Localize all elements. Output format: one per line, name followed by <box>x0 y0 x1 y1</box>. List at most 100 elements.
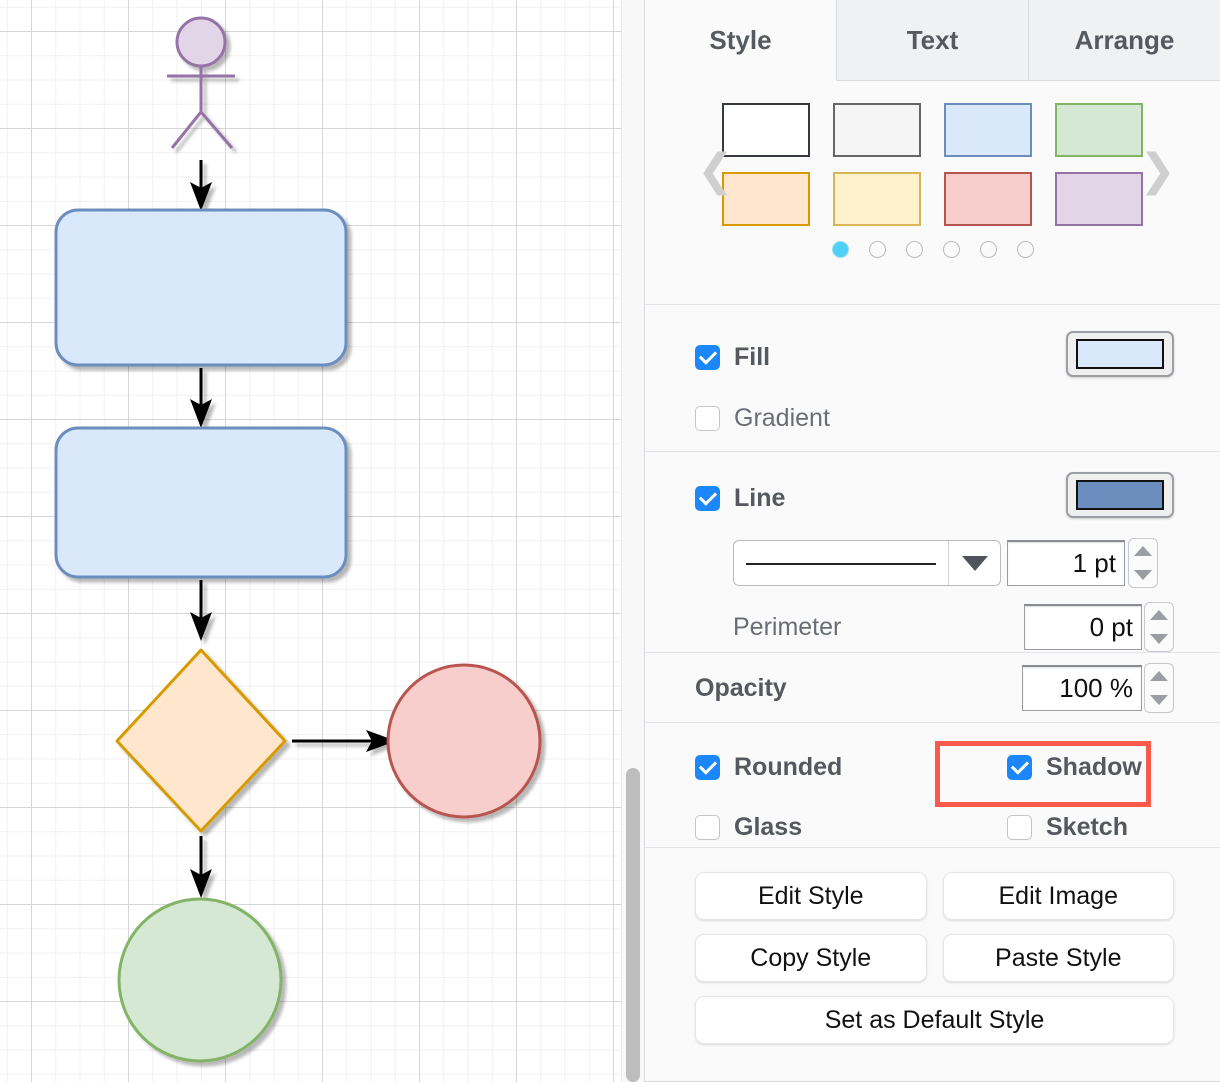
line-checkbox[interactable] <box>695 486 720 511</box>
line-style-dropdown[interactable] <box>733 540 1001 586</box>
style-swatch-6[interactable] <box>944 172 1032 226</box>
perimeter-value: 0 pt <box>1090 612 1133 643</box>
fill-row: Fill <box>695 333 1174 381</box>
chevron-right-icon[interactable]: ❯ <box>1139 149 1176 193</box>
tab-arrange-label: Arrange <box>1075 25 1175 56</box>
style-swatch-4[interactable] <box>722 172 810 226</box>
gradient-checkbox[interactable] <box>695 406 720 431</box>
style-swatch-7[interactable] <box>1055 172 1143 226</box>
chevron-left-icon[interactable]: ❮ <box>697 149 734 193</box>
palette-page-dot-2[interactable] <box>869 241 886 258</box>
opacity-input[interactable]: 100 % <box>1022 665 1142 711</box>
line-width-stepper[interactable] <box>1128 538 1158 588</box>
line-color-swatch <box>1076 480 1164 510</box>
line-width-value: 1 pt <box>1073 548 1116 579</box>
line-color-button[interactable] <box>1066 472 1174 518</box>
opacity-section: Opacity 100 % <box>645 653 1220 723</box>
toggles-row-2: Glass Sketch <box>695 807 1174 847</box>
fill-checkbox[interactable] <box>695 345 720 370</box>
palette-page-dot-4[interactable] <box>943 241 960 258</box>
canvas-vertical-scrollbar[interactable] <box>621 0 644 1082</box>
palette-page-dot-6[interactable] <box>1017 241 1034 258</box>
fill-color-button[interactable] <box>1066 331 1174 377</box>
style-palette-section: ❮ ❯ <box>645 81 1220 305</box>
opacity-stepper[interactable] <box>1144 663 1174 713</box>
connector-actor-to-process1[interactable] <box>190 160 212 211</box>
glass-checkbox[interactable] <box>695 815 720 840</box>
diagram-svg <box>0 0 621 1082</box>
actions-row-2: Copy Style Paste Style <box>695 934 1174 982</box>
format-panel-tabs: Style Text Arrange <box>645 0 1220 81</box>
paste-style-button[interactable]: Paste Style <box>943 934 1175 982</box>
style-swatch-2[interactable] <box>944 103 1032 157</box>
perimeter-stepper[interactable] <box>1144 602 1174 652</box>
palette-pagination <box>645 241 1220 258</box>
shadow-label: Shadow <box>1046 753 1142 782</box>
line-style-preview <box>734 541 948 585</box>
palette-page-dot-5[interactable] <box>980 241 997 258</box>
shape-decision[interactable] <box>117 650 285 831</box>
scrollbar-thumb[interactable] <box>626 768 640 1082</box>
line-row: Line <box>695 474 1174 522</box>
tab-text[interactable]: Text <box>837 0 1029 81</box>
perimeter-input[interactable]: 0 pt <box>1024 604 1142 650</box>
edit-image-button[interactable]: Edit Image <box>943 872 1175 920</box>
app-window: Style Text Arrange ❮ ❯ <box>0 0 1220 1082</box>
gradient-label: Gradient <box>734 404 830 433</box>
style-actions-section: Edit Style Edit Image Copy Style Paste S… <box>645 848 1220 1082</box>
set-as-default-style-label: Set as Default Style <box>825 1006 1045 1035</box>
shape-process-2[interactable] <box>56 428 346 577</box>
connector-process1-to-process2[interactable] <box>190 368 212 428</box>
palette-page-dot-1[interactable] <box>832 241 849 258</box>
rounded-label: Rounded <box>734 753 842 782</box>
shadow-group: Shadow <box>1007 753 1142 782</box>
style-swatch-3[interactable] <box>1055 103 1143 157</box>
shape-process-1[interactable] <box>56 210 346 365</box>
stepper-down-icon[interactable] <box>1150 634 1168 644</box>
stepper-up-icon[interactable] <box>1150 610 1168 620</box>
palette-page-dot-3[interactable] <box>906 241 923 258</box>
tab-style[interactable]: Style <box>645 0 837 81</box>
tab-arrange[interactable]: Arrange <box>1029 0 1220 81</box>
stepper-up-icon[interactable] <box>1150 671 1168 681</box>
connector-decision-to-error[interactable] <box>292 730 396 752</box>
tab-style-label: Style <box>709 25 771 56</box>
style-swatch-0[interactable] <box>722 103 810 157</box>
line-style-row: 1 pt <box>695 538 1174 588</box>
stepper-down-icon[interactable] <box>1134 570 1152 580</box>
opacity-row: Opacity 100 % <box>695 663 1174 713</box>
shape-actor[interactable] <box>167 18 235 148</box>
copy-style-button[interactable]: Copy Style <box>695 934 927 982</box>
glass-label: Glass <box>734 813 802 842</box>
style-swatch-1[interactable] <box>833 103 921 157</box>
stepper-down-icon[interactable] <box>1150 695 1168 705</box>
actions-row-3: Set as Default Style <box>695 996 1174 1044</box>
opacity-label: Opacity <box>695 674 787 703</box>
rounded-checkbox[interactable] <box>695 755 720 780</box>
perimeter-row: Perimeter 0 pt <box>695 602 1174 652</box>
connector-process2-to-decision[interactable] <box>190 580 212 641</box>
shadow-checkbox[interactable] <box>1007 755 1032 780</box>
style-swatch-5[interactable] <box>833 172 921 226</box>
diagram-canvas[interactable] <box>0 0 621 1082</box>
line-width-input[interactable]: 1 pt <box>1007 540 1125 586</box>
fill-section: Fill Gradient <box>645 305 1220 452</box>
shape-end-state[interactable] <box>119 899 281 1061</box>
gradient-row: Gradient <box>695 394 1174 442</box>
sketch-label: Sketch <box>1046 813 1128 842</box>
tab-text-label: Text <box>907 25 959 56</box>
edit-style-button[interactable]: Edit Style <box>695 872 927 920</box>
chevron-down-icon[interactable] <box>948 541 1000 585</box>
set-as-default-style-button[interactable]: Set as Default Style <box>695 996 1174 1044</box>
stepper-up-icon[interactable] <box>1134 546 1152 556</box>
toggles-row-1: Rounded Shadow <box>695 747 1174 787</box>
toggles-section: Rounded Shadow Glass Sketch <box>645 723 1220 848</box>
connector-decision-to-end[interactable] <box>190 836 212 898</box>
perimeter-label: Perimeter <box>733 613 841 642</box>
paste-style-label: Paste Style <box>995 944 1121 973</box>
sketch-checkbox[interactable] <box>1007 815 1032 840</box>
edit-style-label: Edit Style <box>758 882 864 911</box>
format-panel: Style Text Arrange ❮ ❯ <box>644 0 1220 1082</box>
edit-image-label: Edit Image <box>998 882 1118 911</box>
shape-error-state[interactable] <box>388 665 540 817</box>
